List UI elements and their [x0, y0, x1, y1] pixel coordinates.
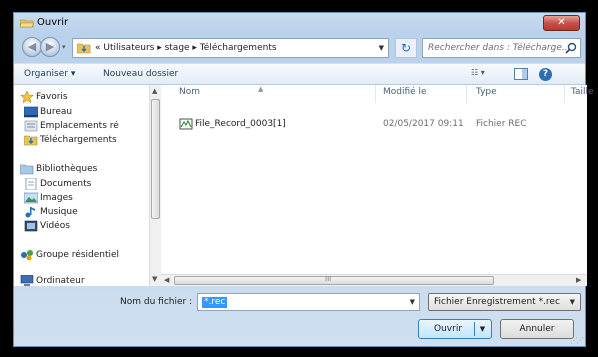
recent-pages-dropdown[interactable]: ▾ — [62, 43, 66, 51]
filename-label: Nom du fichier : — [120, 297, 193, 307]
sidebar-item-images[interactable]: Images — [40, 193, 73, 203]
help-icon[interactable]: ? — [539, 68, 552, 81]
column-header-size[interactable]: Taille — [571, 87, 594, 97]
new-folder-button[interactable]: Nouveau dossier — [103, 69, 178, 79]
desktop-icon — [24, 106, 38, 118]
close-button[interactable]: ✕ — [543, 15, 580, 31]
column-divider[interactable] — [375, 85, 376, 103]
sidebar-item-computer[interactable]: Ordinateur — [36, 276, 85, 286]
chevron-down-icon[interactable]: ▼ — [410, 298, 415, 306]
sidebar-item-videos[interactable]: Vidéos — [40, 221, 70, 231]
column-header-name[interactable]: Nom — [179, 87, 200, 97]
filetype-value: Fichier Enregistrement *.rec — [434, 297, 560, 307]
scroll-right-icon[interactable]: ▶ — [576, 276, 581, 284]
recent-places-icon — [24, 120, 38, 132]
table-row[interactable]: File_Record_0003[1] 02/05/2017 09:11 Fic… — [161, 117, 587, 133]
back-button[interactable]: ◀ — [22, 37, 42, 57]
sidebar-item-recent-places[interactable]: Emplacements ré — [40, 121, 119, 131]
sidebar-item-documents[interactable]: Documents — [40, 179, 91, 189]
sort-ascending-icon: ▲ — [258, 85, 264, 93]
scroll-grip-icon: III — [325, 275, 332, 283]
sidebar-item-music[interactable]: Musique — [40, 207, 78, 217]
column-divider[interactable] — [564, 85, 565, 103]
column-header-type[interactable]: Type — [476, 87, 497, 97]
scroll-up-icon[interactable]: ▲ — [152, 87, 157, 95]
filename-selected-text[interactable]: *.rec — [202, 297, 228, 308]
preview-pane-icon[interactable] — [514, 68, 528, 80]
cancel-button[interactable]: Annuler — [500, 319, 574, 339]
column-divider[interactable] — [466, 85, 467, 103]
documents-icon — [25, 178, 37, 190]
chevron-down-icon[interactable]: ▼ — [379, 44, 384, 52]
command-toolbar: Organiser ▾ Nouveau dossier ☷ ▾ ? — [14, 63, 585, 85]
file-name: File_Record_0003[1] — [195, 119, 286, 129]
sidebar-item-homegroup[interactable]: Groupe résidentiel — [36, 250, 119, 260]
sidebar-scrollbar[interactable]: ▲ ▼ — [149, 85, 161, 286]
open-file-dialog: Ouvrir ✕ ◀ ▶ ▾ « Utilisateurs ▸ stage ▸ … — [13, 12, 594, 348]
column-header-modified[interactable]: Modifié le — [383, 87, 427, 97]
search-input[interactable]: Rechercher dans : Télécharge... — [428, 43, 570, 53]
open-button-label: Ouvrir — [434, 324, 463, 334]
sidebar-item-favoris[interactable]: Favoris — [36, 92, 68, 102]
sidebar-item-downloads[interactable]: Téléchargements — [40, 135, 117, 145]
videos-icon — [24, 220, 38, 232]
refresh-button[interactable]: ↻ — [395, 38, 417, 58]
computer-icon — [20, 275, 34, 286]
organize-button[interactable]: Organiser ▾ — [24, 69, 75, 79]
file-modified: 02/05/2017 09:11 — [383, 119, 464, 129]
scroll-down-icon[interactable]: ▼ — [152, 275, 157, 283]
forward-button[interactable]: ▶ — [40, 37, 60, 57]
search-box[interactable]: Rechercher dans : Télécharge... — [422, 38, 581, 58]
screenshot-frame: Ouvrir ✕ ◀ ▶ ▾ « Utilisateurs ▸ stage ▸ … — [0, 0, 598, 357]
title-bar: Ouvrir ✕ — [14, 13, 585, 35]
chevron-down-icon[interactable]: ▼ — [570, 298, 575, 306]
scroll-left-icon[interactable]: ◀ — [164, 276, 169, 284]
dialog-footer: Nom du fichier : *.rec ▼ Fichier Enregis… — [14, 286, 585, 348]
file-list-horizontal-scrollbar[interactable]: ◀ III ▶ — [161, 274, 587, 286]
horizontal-scroll-thumb[interactable]: III — [174, 275, 494, 285]
star-icon — [20, 91, 34, 103]
images-icon — [24, 192, 38, 204]
downloads-folder-icon — [24, 135, 38, 146]
navigation-bar: ◀ ▶ ▾ « Utilisateurs ▸ stage ▸ Télécharg… — [14, 35, 585, 61]
window-title: Ouvrir — [37, 17, 69, 28]
dialog-body: Favoris Bureau Emplacements ré Télécharg… — [14, 85, 594, 286]
music-icon — [25, 207, 35, 218]
open-options-dropdown[interactable]: ▼ — [474, 322, 490, 336]
open-button[interactable]: Ouvrir ▼ — [418, 319, 492, 339]
libraries-icon — [20, 164, 34, 175]
address-path: « Utilisateurs ▸ stage ▸ Téléchargements — [95, 43, 277, 53]
sidebar-item-bureau[interactable]: Bureau — [40, 107, 72, 117]
filename-field[interactable]: *.rec ▼ — [197, 293, 420, 311]
rec-file-icon — [179, 118, 193, 130]
downloads-folder-icon — [77, 43, 91, 54]
search-icon[interactable] — [565, 42, 577, 54]
filetype-select[interactable]: Fichier Enregistrement *.rec ▼ — [428, 293, 581, 311]
homegroup-icon — [21, 250, 33, 261]
folder-open-icon — [20, 19, 34, 28]
sidebar-scroll-thumb[interactable] — [151, 99, 160, 219]
file-type: Fichier REC — [476, 119, 527, 129]
sidebar-item-libraries[interactable]: Bibliothèques — [36, 164, 97, 174]
file-list: Nom ▲ Modifié le Type Taille File_Record… — [161, 85, 594, 286]
address-bar[interactable]: « Utilisateurs ▸ stage ▸ Téléchargements… — [72, 38, 389, 58]
view-options-button[interactable]: ☷ ▾ — [471, 68, 497, 82]
resize-grip-icon[interactable]: ⋰⋰ — [570, 336, 584, 345]
navigation-pane: Favoris Bureau Emplacements ré Télécharg… — [14, 85, 149, 286]
